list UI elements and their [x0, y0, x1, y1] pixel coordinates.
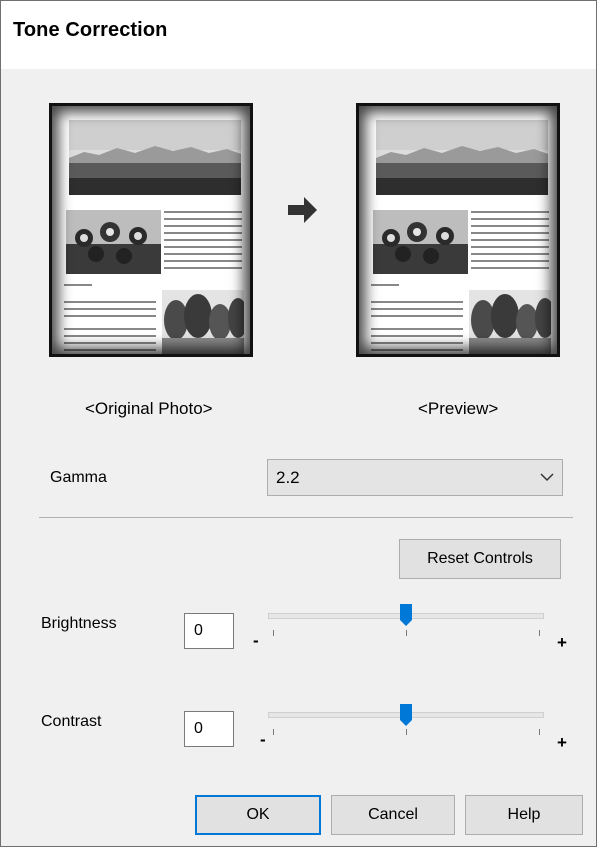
contrast-max-label: +	[557, 733, 567, 752]
gamma-dropdown[interactable]: 2.2	[267, 459, 563, 496]
flowers-photo	[66, 210, 161, 274]
brightness-input[interactable]: 0	[184, 613, 234, 649]
text-lines	[371, 284, 399, 291]
contrast-input[interactable]: 0	[184, 711, 234, 747]
brightness-label: Brightness	[41, 615, 117, 632]
contrast-min-label: -	[260, 730, 266, 749]
brightness-max-label: +	[557, 633, 567, 652]
text-lines	[64, 301, 156, 322]
text-lines	[371, 328, 463, 354]
brightness-slider-thumb[interactable]	[399, 603, 413, 627]
trees-photo	[162, 290, 244, 354]
brightness-min-label: -	[253, 631, 259, 650]
tick-mark	[539, 729, 540, 735]
text-lines	[164, 211, 242, 274]
text-lines	[64, 284, 92, 291]
tick-mark	[273, 630, 274, 636]
contrast-slider-thumb[interactable]	[399, 703, 413, 727]
text-lines	[471, 211, 549, 274]
trees-photo	[469, 290, 551, 354]
tick-mark	[273, 729, 274, 735]
help-button[interactable]: Help	[465, 795, 583, 835]
contrast-label: Contrast	[41, 713, 102, 730]
flowers-photo	[373, 210, 468, 274]
cancel-button[interactable]: Cancel	[331, 795, 455, 835]
original-photo-caption: <Original Photo>	[85, 399, 213, 418]
arrow-right-icon	[288, 197, 317, 223]
tick-mark	[539, 630, 540, 636]
landscape-photo	[376, 120, 548, 195]
text-lines	[371, 301, 463, 322]
dialog-title: Tone Correction	[13, 19, 168, 41]
reset-controls-button[interactable]: Reset Controls	[399, 539, 561, 579]
gamma-label: Gamma	[50, 469, 107, 486]
chevron-down-icon	[540, 473, 554, 482]
preview-thumbnail	[356, 103, 560, 357]
landscape-photo	[69, 120, 241, 195]
title-bar: Tone Correction	[1, 1, 596, 69]
text-lines	[64, 328, 156, 354]
tick-mark	[406, 729, 407, 735]
preview-caption: <Preview>	[418, 399, 499, 418]
tick-mark	[406, 630, 407, 636]
ok-button[interactable]: OK	[195, 795, 321, 835]
divider	[39, 517, 573, 518]
original-photo-thumbnail	[49, 103, 253, 357]
tone-correction-dialog: Tone Correction <Original Photo> <Previe…	[0, 0, 597, 847]
gamma-value: 2.2	[276, 468, 300, 487]
